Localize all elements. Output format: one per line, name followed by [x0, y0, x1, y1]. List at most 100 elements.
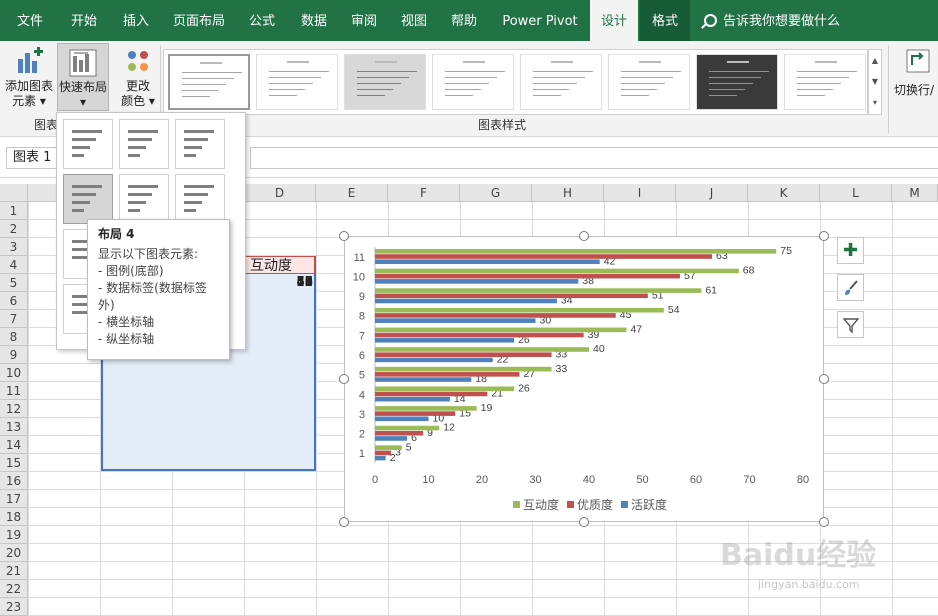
chart-style-4[interactable]	[432, 54, 514, 110]
row-header-11[interactable]: 11	[0, 382, 28, 400]
layout-option-6[interactable]	[175, 174, 225, 224]
layout-option-4[interactable]	[63, 174, 113, 224]
col-header-g[interactable]: G	[460, 184, 532, 202]
formula-input[interactable]	[250, 147, 938, 169]
gallery-more-icon[interactable]: ▾	[869, 92, 881, 113]
data-label: 47	[630, 324, 642, 336]
y-tick-label: 1	[359, 448, 365, 460]
x-tick-label: 60	[690, 474, 702, 486]
y-tick-label: 5	[359, 370, 365, 382]
tab-home[interactable]: 开始	[62, 0, 106, 41]
chart-resize-handle[interactable]	[579, 231, 589, 241]
row-header-23[interactable]: 23	[0, 598, 28, 616]
chart-resize-handle[interactable]	[339, 231, 349, 241]
tooltip-intro: 显示以下图表元素:	[98, 247, 199, 261]
col-header-d[interactable]: D	[244, 184, 316, 202]
bar-优质度-10	[375, 273, 680, 279]
row-header-6[interactable]: 6	[0, 292, 28, 310]
row-header-19[interactable]: 19	[0, 526, 28, 544]
col-header-e[interactable]: E	[316, 184, 388, 202]
layout-option-2[interactable]	[119, 119, 169, 169]
chart-style-2[interactable]	[256, 54, 338, 110]
chart-resize-handle[interactable]	[339, 374, 349, 384]
x-tick-label: 30	[529, 474, 541, 486]
name-box[interactable]: 图表 1	[6, 147, 58, 169]
tab-page-layout[interactable]: 页面布局	[168, 0, 230, 41]
row-header-9[interactable]: 9	[0, 346, 28, 364]
col-header-k[interactable]: K	[748, 184, 820, 202]
row-header-17[interactable]: 17	[0, 490, 28, 508]
layout-option-5[interactable]	[119, 174, 169, 224]
row-header-13[interactable]: 13	[0, 418, 28, 436]
data-label: 75	[780, 245, 792, 257]
bar-chart[interactable]: 1 2 3 5 2 6 9 12 3 10 15 19 4 14 21 26 5 18 27 33 6 22 33 40 7 26…	[344, 236, 824, 522]
layout-option-1[interactable]	[63, 119, 113, 169]
row-header-7[interactable]: 7	[0, 310, 28, 328]
chart-style-1[interactable]	[168, 54, 250, 110]
col-header-h[interactable]: H	[532, 184, 604, 202]
tab-review[interactable]: 审阅	[342, 0, 386, 41]
switch-row-column-label: 切换行/	[894, 83, 935, 97]
chart-filters-button[interactable]	[837, 311, 864, 338]
legend-swatch	[567, 501, 574, 508]
chart-style-8[interactable]	[784, 54, 866, 110]
row-header-5[interactable]: 5	[0, 274, 28, 292]
add-chart-element-button[interactable]: 添加图表 元素 ▾	[2, 47, 56, 109]
chart-style-3[interactable]	[344, 54, 426, 110]
change-colors-button[interactable]: 更改 颜色 ▾	[112, 47, 164, 109]
chart-resize-handle[interactable]	[819, 517, 829, 527]
chart-styles-button[interactable]	[837, 274, 864, 301]
x-tick-label: 80	[797, 474, 809, 486]
data-label: 19	[481, 402, 493, 414]
tab-power-pivot[interactable]: Power Pivot	[498, 0, 582, 41]
legend-label: 互动度	[523, 497, 559, 512]
row-header-8[interactable]: 8	[0, 328, 28, 346]
row-header-22[interactable]: 22	[0, 580, 28, 598]
chart-resize-handle[interactable]	[819, 374, 829, 384]
chart-elements-button[interactable]: ✚	[837, 237, 864, 264]
tab-insert[interactable]: 插入	[114, 0, 158, 41]
row-header-20[interactable]: 20	[0, 544, 28, 562]
tab-help[interactable]: 帮助	[442, 0, 486, 41]
tab-file[interactable]: 文件	[8, 0, 52, 41]
quick-layout-button[interactable]: 快速布局 ▾	[57, 43, 109, 111]
tab-design[interactable]: 设计	[590, 0, 638, 41]
tab-formulas[interactable]: 公式	[240, 0, 284, 41]
tell-me-search[interactable]: 告诉我你想要做什么	[704, 0, 840, 41]
cell-d4-header[interactable]: 互动度	[245, 256, 315, 274]
switch-row-column-button[interactable]: 切换行/	[894, 47, 938, 98]
row-header-16[interactable]: 16	[0, 472, 28, 490]
row-header-4[interactable]: 4	[0, 256, 28, 274]
chart-resize-handle[interactable]	[819, 231, 829, 241]
layout-option-3[interactable]	[175, 119, 225, 169]
col-header-m[interactable]: M	[892, 184, 938, 202]
row-header-18[interactable]: 18	[0, 508, 28, 526]
gallery-scroll[interactable]: ▲ ▼ ▾	[868, 49, 882, 115]
chart-resize-handle[interactable]	[339, 517, 349, 527]
bar-活跃度-3	[375, 416, 429, 422]
gallery-down-icon[interactable]: ▼	[869, 71, 881, 92]
select-all-corner[interactable]	[0, 184, 28, 202]
row-header-10[interactable]: 10	[0, 364, 28, 382]
chart-style-5[interactable]	[520, 54, 602, 110]
col-header-f[interactable]: F	[388, 184, 460, 202]
chart-resize-handle[interactable]	[579, 517, 589, 527]
col-header-l[interactable]: L	[820, 184, 892, 202]
cell-d-r15[interactable]: 75	[245, 274, 313, 292]
col-header-i[interactable]: I	[604, 184, 676, 202]
tab-view[interactable]: 视图	[392, 0, 436, 41]
tab-format[interactable]: 格式	[640, 0, 690, 41]
tab-data[interactable]: 数据	[292, 0, 336, 41]
row-header-15[interactable]: 15	[0, 454, 28, 472]
row-header-1[interactable]: 1	[0, 202, 28, 220]
row-header-3[interactable]: 3	[0, 238, 28, 256]
search-icon	[704, 14, 717, 27]
chart-style-6[interactable]	[608, 54, 690, 110]
chart-style-7[interactable]	[696, 54, 778, 110]
row-header-21[interactable]: 21	[0, 562, 28, 580]
row-header-2[interactable]: 2	[0, 220, 28, 238]
row-header-12[interactable]: 12	[0, 400, 28, 418]
gallery-up-icon[interactable]: ▲	[869, 50, 881, 71]
row-header-14[interactable]: 14	[0, 436, 28, 454]
col-header-j[interactable]: J	[676, 184, 748, 202]
